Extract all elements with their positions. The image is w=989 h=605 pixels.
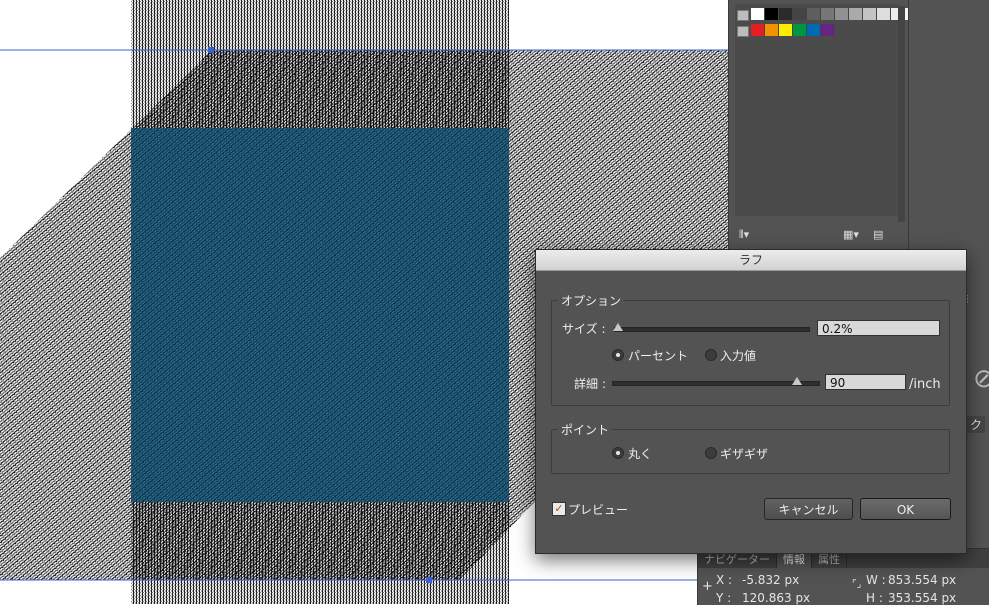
color-swatch[interactable] (751, 8, 765, 20)
ok-button[interactable]: OK (860, 498, 951, 520)
swatch-list-icon[interactable]: ▤ (873, 228, 883, 241)
smooth-radio-label[interactable]: 丸く (628, 445, 652, 462)
w-value: 853.554 px (888, 573, 957, 587)
anchor-point (426, 577, 432, 583)
color-swatch[interactable] (821, 24, 835, 36)
h-value: 353.554 px (888, 591, 957, 605)
color-swatch[interactable] (807, 24, 821, 36)
absolute-radio-label[interactable]: 入力値 (720, 347, 756, 364)
corner-radio[interactable] (705, 447, 717, 459)
corner-radio-label[interactable]: ギザギザ (720, 445, 768, 462)
color-swatch[interactable] (821, 8, 835, 20)
preview-checkbox[interactable]: ✓ (552, 502, 566, 516)
size-input[interactable]: 0.2% (817, 320, 940, 336)
w-label: W : (866, 573, 886, 587)
color-swatch-row[interactable] (751, 24, 835, 36)
swatch-group-icon (737, 10, 749, 21)
color-swatch[interactable] (793, 8, 807, 20)
x-value: -5.832 px (742, 573, 800, 587)
x-label: X : (716, 573, 733, 587)
partial-tab[interactable]: ク (967, 416, 986, 433)
swatches-panel: ⫴▾ ▦▾ ▤ (728, 0, 919, 250)
bounds-icon: ⌜⌟ (852, 579, 862, 590)
size-slider-thumb[interactable] (612, 323, 623, 331)
detail-unit: /inch (909, 377, 941, 392)
dialog-title[interactable]: ラフ (536, 250, 966, 271)
anchor-point (208, 47, 214, 53)
color-swatch[interactable] (765, 8, 779, 20)
info-panel: ナビゲーター 情報 属性 + X : -5.832 px Y : 120.863… (697, 548, 989, 605)
color-swatch[interactable] (793, 24, 807, 36)
no-stroke-icon[interactable]: ⊘ (973, 364, 989, 394)
percent-radio[interactable] (612, 349, 624, 361)
detail-input[interactable]: 90 (825, 374, 906, 390)
gray-swatch-row[interactable] (751, 8, 919, 20)
swatch-scrollbar[interactable] (898, 6, 905, 236)
color-swatch[interactable] (765, 24, 779, 36)
crosshair-icon: + (702, 579, 713, 594)
percent-radio-label[interactable]: パーセント (628, 347, 688, 364)
size-slider[interactable] (614, 327, 810, 332)
new-swatch-icon[interactable]: ▦▾ (843, 228, 859, 241)
color-swatch[interactable] (877, 8, 891, 20)
color-swatch[interactable] (863, 8, 877, 20)
y-label: Y : (716, 591, 732, 605)
cancel-button[interactable]: キャンセル (764, 498, 853, 520)
h-label: H : (866, 591, 883, 605)
points-group-label: ポイント (558, 421, 613, 438)
color-swatch[interactable] (779, 24, 793, 36)
color-swatch[interactable] (751, 24, 765, 36)
smooth-radio[interactable] (612, 447, 624, 459)
swatch-group-icon (737, 26, 749, 37)
color-swatch[interactable] (849, 8, 863, 20)
y-value: 120.863 px (742, 591, 811, 605)
roughen-dialog: ラフ オプション サイズ : 0.2% パーセント 入力値 詳細 : 90 /i… (535, 249, 967, 554)
library-icon[interactable]: ⫴▾ (739, 228, 749, 242)
options-group-label: オプション (558, 292, 625, 309)
color-swatch[interactable] (807, 8, 821, 20)
absolute-radio[interactable] (705, 349, 717, 361)
color-swatch[interactable] (779, 8, 793, 20)
detail-slider[interactable] (612, 381, 820, 386)
preview-label[interactable]: プレビュー (568, 501, 628, 518)
detail-label: 詳細 : (574, 377, 606, 391)
detail-slider-thumb[interactable] (792, 377, 803, 385)
color-swatch[interactable] (835, 8, 849, 20)
swatch-panel-footer: ⫴▾ ▦▾ ▤ (729, 222, 909, 250)
size-label: サイズ : (562, 322, 606, 336)
